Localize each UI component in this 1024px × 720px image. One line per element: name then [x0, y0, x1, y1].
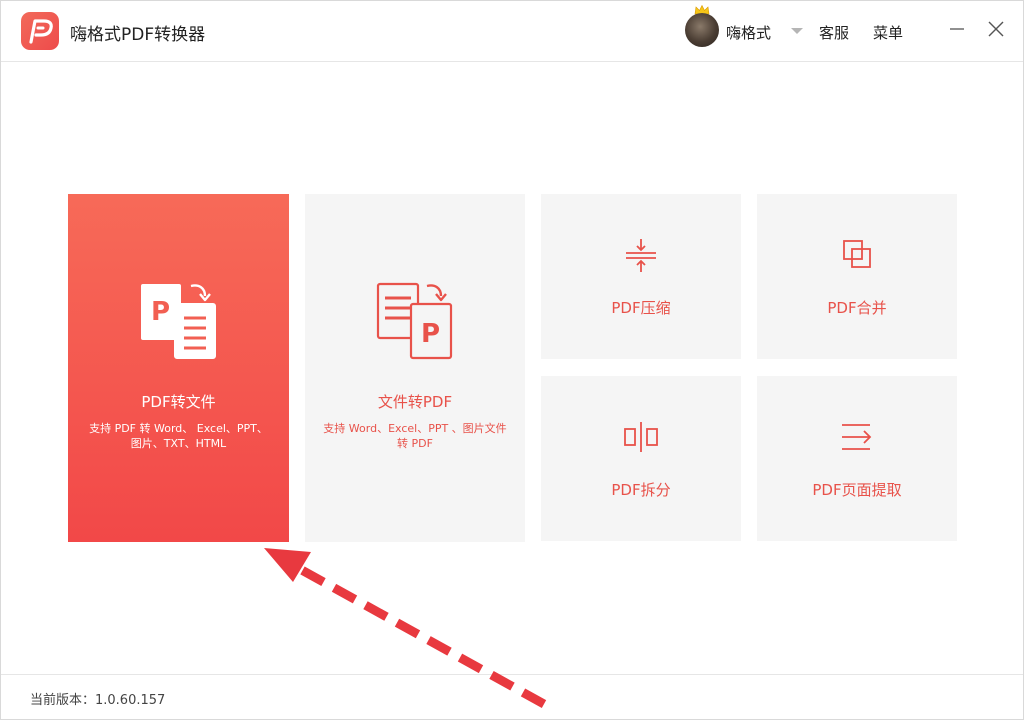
app-logo-icon — [21, 12, 59, 50]
status-footer: 当前版本：1.0.60.157 — [1, 674, 1023, 720]
pdf-to-document-icon: P — [141, 284, 216, 359]
user-avatar[interactable] — [685, 13, 719, 47]
close-button[interactable] — [985, 18, 1007, 40]
version-label: 当前版本：1.0.60.157 — [30, 693, 166, 708]
pdf-extract-pages-card[interactable]: PDF页面提取 — [757, 376, 957, 541]
pdf-to-file-description: 支持 PDF 转 Word、 Excel、PPT、图片、TXT、HTML — [89, 422, 268, 450]
extract-icon — [842, 424, 872, 450]
svg-text:P: P — [421, 319, 440, 349]
pdf-split-title: PDF拆分 — [611, 481, 671, 499]
pdf-to-file-card[interactable]: P PDF转文件 支持 PDF 转 Word、 Excel、PPT、图片、TXT… — [68, 194, 289, 542]
pdf-merge-title: PDF合并 — [827, 299, 887, 317]
customer-service-link[interactable]: 客服 — [819, 22, 849, 43]
menu-link[interactable]: 菜单 — [873, 22, 903, 43]
app-title: 嗨格式PDF转换器 — [70, 25, 206, 45]
file-to-pdf-title: 文件转PDF — [377, 393, 453, 411]
user-dropdown-icon[interactable] — [791, 28, 803, 34]
pdf-split-card[interactable]: PDF拆分 — [541, 376, 741, 541]
app-window: 嗨格式PDF转换器 嗨格式 客服 菜单 P PDF转文件 支持 PDF 转 Wo… — [0, 0, 1024, 720]
minimize-button[interactable] — [946, 18, 968, 40]
svg-text:P: P — [151, 297, 170, 327]
file-to-pdf-card[interactable]: P 文件转PDF 支持 Word、Excel、PPT 、图片文件转 PDF — [305, 194, 525, 542]
file-to-pdf-description: 支持 Word、Excel、PPT 、图片文件转 PDF — [323, 422, 507, 450]
pdf-extract-pages-title: PDF页面提取 — [812, 481, 902, 499]
merge-icon — [843, 240, 871, 268]
split-icon — [624, 422, 658, 452]
title-bar: 嗨格式PDF转换器 嗨格式 客服 菜单 — [1, 1, 1023, 62]
compress-icon — [626, 239, 656, 272]
pdf-merge-card[interactable]: PDF合并 — [757, 194, 957, 359]
pdf-compress-title: PDF压缩 — [611, 299, 671, 317]
username-label[interactable]: 嗨格式 — [726, 22, 771, 43]
pdf-compress-card[interactable]: PDF压缩 — [541, 194, 741, 359]
document-to-pdf-icon: P — [376, 282, 453, 360]
pdf-to-file-title: PDF转文件 — [141, 393, 216, 411]
